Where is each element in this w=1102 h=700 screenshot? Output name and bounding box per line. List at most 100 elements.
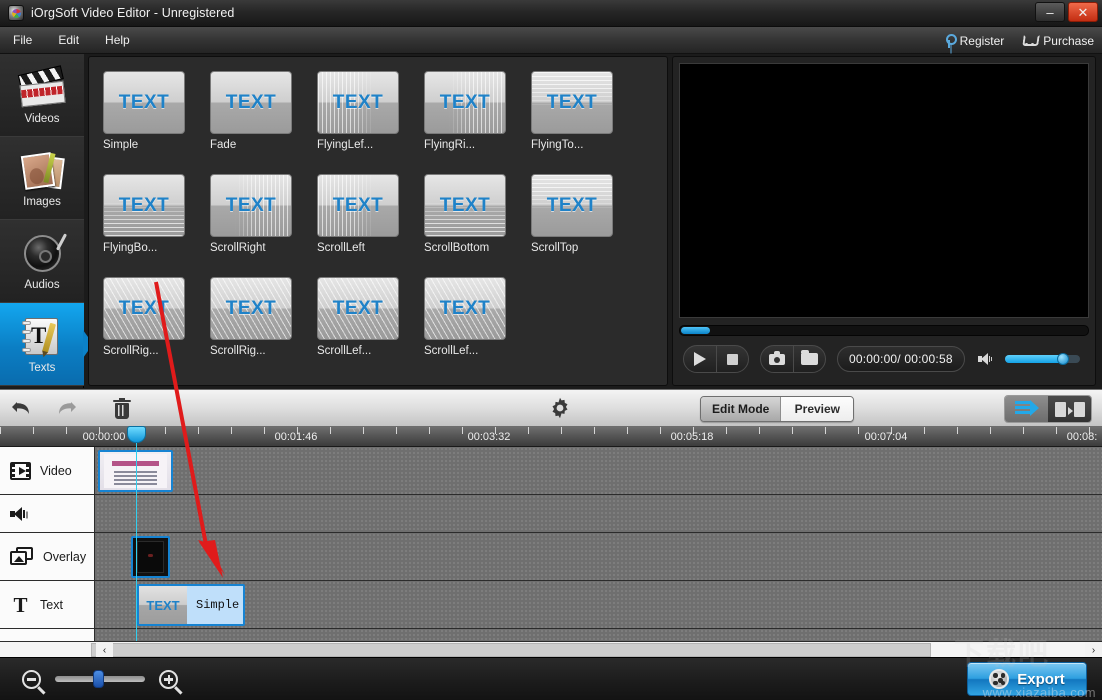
mode-edit-button[interactable]: Edit Mode bbox=[701, 397, 780, 421]
transition-button[interactable] bbox=[1048, 396, 1091, 422]
speaker-icon[interactable] bbox=[978, 353, 992, 365]
register-button[interactable]: Register bbox=[943, 34, 1005, 48]
trash-icon bbox=[113, 398, 131, 419]
timeline-hscrollbar[interactable]: ‹ › bbox=[0, 641, 1102, 657]
clip-text-simple[interactable]: TEXT Simple bbox=[137, 584, 245, 626]
track-header-overlay[interactable]: Overlay bbox=[0, 533, 95, 581]
undo-button[interactable] bbox=[0, 389, 44, 427]
zoom-in-icon[interactable] bbox=[159, 670, 178, 689]
delete-button[interactable] bbox=[100, 389, 144, 427]
template-item[interactable]: TEXTScrollRight bbox=[210, 174, 292, 254]
template-item[interactable]: TEXT ScrollLef... bbox=[317, 277, 399, 357]
close-button[interactable]: ✕ bbox=[1068, 2, 1098, 22]
crop-split-icon bbox=[1015, 399, 1039, 420]
zoom-out-icon[interactable] bbox=[22, 670, 41, 689]
sidebar-item-audios[interactable]: Audios bbox=[0, 220, 84, 303]
minimize-button[interactable]: – bbox=[1035, 2, 1065, 22]
purchase-button[interactable]: Purchase bbox=[1022, 34, 1094, 48]
menu-item-file[interactable]: File bbox=[0, 29, 45, 51]
stop-button[interactable] bbox=[716, 346, 748, 372]
title-bar: iOrgSoft Video Editor - Unregistered – ✕ bbox=[0, 0, 1102, 27]
template-item[interactable]: TEXTSimple bbox=[103, 71, 185, 151]
track-text[interactable]: T Text TEXT Simple bbox=[0, 581, 1102, 629]
app-logo-icon bbox=[8, 5, 24, 21]
register-label: Register bbox=[960, 34, 1005, 48]
zoom-slider[interactable] bbox=[55, 676, 145, 682]
template-thumb-word: TEXT bbox=[226, 298, 277, 320]
template-thumbnail[interactable]: TEXT bbox=[103, 277, 185, 340]
zoom-slider-knob[interactable] bbox=[93, 670, 104, 688]
template-thumbnail[interactable]: TEXT bbox=[531, 174, 613, 237]
mode-preview-button[interactable]: Preview bbox=[780, 397, 853, 421]
template-item[interactable]: TEXTFlyingBo... bbox=[103, 174, 185, 254]
track-video-audio[interactable] bbox=[0, 495, 1102, 533]
hscroll-right-arrow[interactable]: › bbox=[1085, 642, 1102, 658]
track-video[interactable]: Video bbox=[0, 447, 1102, 495]
redo-button[interactable] bbox=[44, 389, 88, 427]
template-item[interactable]: TEXT FlyingLef... bbox=[317, 71, 399, 151]
export-button[interactable]: Export bbox=[967, 662, 1087, 696]
volume-slider[interactable] bbox=[1005, 355, 1080, 363]
template-item[interactable]: TEXTScrollBottom bbox=[424, 174, 506, 254]
sidebar-item-videos[interactable]: Videos bbox=[0, 54, 84, 137]
preview-screen[interactable] bbox=[679, 63, 1089, 318]
playhead-handle[interactable] bbox=[127, 426, 146, 443]
snapshot-button[interactable] bbox=[761, 346, 793, 372]
template-item[interactable]: TEXTScrollTop bbox=[531, 174, 613, 254]
export-label: Export bbox=[1017, 671, 1065, 688]
play-button[interactable] bbox=[684, 346, 716, 372]
track-header-text[interactable]: T Text bbox=[0, 581, 95, 629]
hscroll-thumb[interactable] bbox=[91, 643, 931, 657]
template-thumbnail[interactable]: TEXT bbox=[317, 174, 399, 237]
template-item[interactable]: TEXTFade bbox=[210, 71, 292, 151]
template-thumbnail[interactable]: TEXT bbox=[424, 174, 506, 237]
template-thumbnail[interactable]: TEXT bbox=[317, 277, 399, 340]
template-item[interactable]: TEXTScrollRig... bbox=[103, 277, 185, 357]
play-icon bbox=[694, 352, 706, 366]
camera-icon bbox=[769, 354, 785, 365]
template-thumbnail[interactable]: TEXT bbox=[317, 71, 399, 134]
purchase-label: Purchase bbox=[1043, 34, 1094, 48]
settings-button[interactable] bbox=[538, 389, 582, 427]
volume-knob[interactable] bbox=[1057, 353, 1069, 365]
menu-item-help[interactable]: Help bbox=[92, 29, 143, 51]
sidebar-item-images[interactable]: Images bbox=[0, 137, 84, 220]
timeline-ruler[interactable]: 00:00:0000:01:4600:03:3200:05:1800:07:04… bbox=[0, 427, 1102, 447]
template-item[interactable]: TEXTFlyingRi... bbox=[424, 71, 506, 151]
template-thumbnail[interactable]: TEXT bbox=[531, 71, 613, 134]
template-item[interactable]: TEXT ScrollLef... bbox=[424, 277, 506, 357]
crop-split-button[interactable] bbox=[1005, 396, 1048, 422]
hscroll-left-arrow[interactable]: ‹ bbox=[96, 642, 113, 658]
track-header-video-audio[interactable] bbox=[0, 495, 95, 533]
ruler-time-label: 00:08: bbox=[1067, 431, 1098, 443]
template-name: ScrollLef... bbox=[317, 345, 399, 357]
template-item[interactable]: TEXT ScrollLeft bbox=[317, 174, 399, 254]
menu-actions: Register Purchase bbox=[943, 27, 1094, 54]
sidebar-label-audios: Audios bbox=[24, 279, 59, 291]
track-header-video[interactable]: Video bbox=[0, 447, 95, 495]
template-thumbnail[interactable]: TEXT bbox=[210, 174, 292, 237]
template-thumbnail[interactable]: TEXT bbox=[103, 71, 185, 134]
text-T-icon: T bbox=[10, 595, 31, 615]
template-item[interactable]: TEXTScrollRig... bbox=[210, 277, 292, 357]
seek-bar[interactable] bbox=[679, 325, 1089, 336]
player-controls: 00:00:00/ 00:00:58 bbox=[679, 345, 1089, 373]
template-thumbnail[interactable]: TEXT bbox=[424, 277, 506, 340]
template-name: ScrollLeft bbox=[317, 242, 399, 254]
hscroll-track[interactable] bbox=[0, 642, 1102, 658]
clapperboard-icon bbox=[17, 63, 67, 112]
template-name: FlyingLef... bbox=[317, 139, 399, 151]
menu-item-edit[interactable]: Edit bbox=[45, 29, 92, 51]
track-label-text: Text bbox=[40, 598, 63, 612]
open-folder-button[interactable] bbox=[793, 346, 825, 372]
playhead[interactable] bbox=[136, 427, 137, 641]
sidebar-item-texts[interactable]: T Texts bbox=[0, 303, 84, 386]
track-label-video: Video bbox=[40, 464, 72, 478]
track-overlay[interactable]: Overlay bbox=[0, 533, 1102, 581]
template-thumbnail[interactable]: TEXT bbox=[424, 71, 506, 134]
template-thumbnail[interactable]: TEXT bbox=[210, 71, 292, 134]
template-thumbnail[interactable]: TEXT bbox=[103, 174, 185, 237]
template-name: ScrollLef... bbox=[424, 345, 506, 357]
template-thumbnail[interactable]: TEXT bbox=[210, 277, 292, 340]
template-item[interactable]: TEXTFlyingTo... bbox=[531, 71, 613, 151]
